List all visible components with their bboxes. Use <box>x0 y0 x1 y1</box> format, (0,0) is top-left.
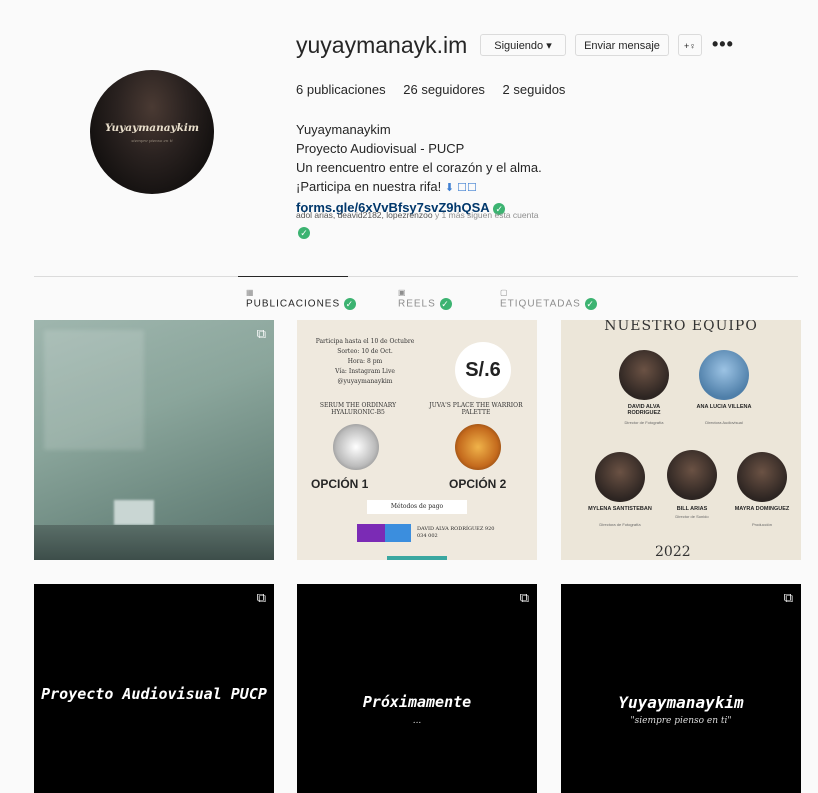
reel-icon: ⧉ <box>519 590 529 605</box>
plin-logo <box>385 524 411 542</box>
bio-raffle-text: ¡Participa en nuestra rifa! <box>296 179 442 194</box>
member-role: Director de Sonido <box>675 514 709 519</box>
rifa-header: Sorteo: 10 de Oct. <box>337 348 393 355</box>
bio-line: ¡Participa en nuestra rifa! ⬇ ☐☐ <box>296 177 542 198</box>
reel-title: Próximamente <box>362 693 472 711</box>
photo-blur-shape <box>44 330 144 450</box>
following-button[interactable]: Siguiendo ▾ <box>480 34 566 56</box>
member-name: BILL ARIAS <box>676 506 708 512</box>
profile-bio: Yuyaymanaykim Proyecto Audiovisual - PUC… <box>296 120 542 217</box>
mutual-names[interactable]: adol arias, deavid2182, lopezrenzoo <box>296 210 433 220</box>
grid-icon: ▦ <box>246 288 255 297</box>
post-tile-rifa[interactable]: Participa hasta el 10 de Octubre Sorteo:… <box>297 320 537 560</box>
member-name: MAYRA DOMINGUEZ <box>734 506 790 512</box>
rifa-bottom-bar <box>387 556 447 560</box>
team-title: NUESTRO EQUIPO <box>604 320 758 334</box>
more-options-icon[interactable]: ••• <box>712 34 734 55</box>
member-role: Director de Fotografía <box>624 420 664 425</box>
reel-title: Proyecto Audiovisual PUCP <box>41 685 267 703</box>
mutual-followers[interactable]: adol arias, deavid2182, lopezrenzoo y 1 … <box>296 210 538 220</box>
photo-blur-shape <box>114 500 154 525</box>
yape-logo <box>357 524 387 542</box>
active-tab-indicator <box>238 276 348 277</box>
reel-subtitle: "siempre pienso en ti" <box>630 716 732 726</box>
bio-name: Yuyaymanaykim <box>296 122 391 137</box>
post-tile-equipo[interactable]: NUESTRO EQUIPO DAVID ALVA RODRIGUEZ Dire… <box>561 320 801 560</box>
posts-count: 6 publicaciones <box>296 82 386 97</box>
team-year: 2022 <box>655 544 691 560</box>
serum-image <box>333 424 379 470</box>
add-user-icon: +♀ <box>683 41 696 51</box>
bio-line: Un reencuentro entre el corazón y el alm… <box>296 160 542 175</box>
member-photo <box>737 452 787 502</box>
bio-emoji: ⬇ ☐☐ <box>444 182 477 194</box>
rifa-header: Participa hasta el 10 de Octubre <box>315 338 415 345</box>
followers-count[interactable]: 26 seguidores <box>403 82 485 97</box>
reel-subtitle: ... <box>412 716 422 726</box>
reel-icon: ⧉ <box>783 590 793 605</box>
photo-blur-shape <box>34 525 274 560</box>
tabs-divider <box>34 276 798 277</box>
tab-label: REELS <box>398 298 436 310</box>
tab-label: ETIQUETADAS <box>500 298 581 310</box>
member-role: Directora Audiovisual <box>705 420 743 425</box>
verified-check-icon: ✓ <box>298 226 310 239</box>
reel-icon: ⧉ <box>256 590 266 605</box>
reel-icon: ⧉ <box>256 326 266 341</box>
member-photo <box>595 452 645 502</box>
mutual-check-wrap: ✓ <box>298 224 310 242</box>
rifa-header: @yuyaymanaykim <box>337 378 393 385</box>
reels-icon: ▣ <box>398 288 407 297</box>
mutual-rest: y 1 más siguen esta cuenta <box>432 210 539 220</box>
rifa-option-2: OPCIÓN 2 <box>449 477 507 491</box>
tab-publicaciones[interactable]: ▦ PUBLICACIONES ✓ <box>246 288 356 310</box>
bio-line: Proyecto Audiovisual - PUCP <box>296 141 465 156</box>
rifa-header: Vía: Instagram Live <box>335 368 395 375</box>
profile-username: yuyaymanayk.im <box>296 32 468 58</box>
profile-stats: 6 publicaciones 26 seguidores 2 seguidos <box>296 82 579 97</box>
rifa-header: Hora: 8 pm <box>347 358 383 365</box>
post-tile-reel-yuyaymanaykim[interactable]: ⧉ Yuyaymanaykim "siempre pienso en ti" <box>561 584 801 793</box>
member-role: Directora de Fotografía <box>599 522 641 527</box>
palette-image <box>455 424 501 470</box>
following-count[interactable]: 2 seguidos <box>503 82 566 97</box>
rifa-price: S/.6 <box>455 342 511 398</box>
profile-avatar[interactable]: Yuyaymanaykim siempre pienso en ti <box>90 70 214 194</box>
verified-check-icon: ✓ <box>439 298 452 310</box>
avatar-name: Yuyaymanaykim <box>104 122 200 134</box>
post-tile-reel-proyecto[interactable]: ⧉ Proyecto Audiovisual PUCP <box>34 584 274 793</box>
tab-reels[interactable]: ▣ REELS ✓ <box>398 288 452 310</box>
add-user-button[interactable]: +♀ <box>678 34 702 56</box>
post-tile-reel-proximamente[interactable]: ⧉ Próximamente ... <box>297 584 537 793</box>
tagged-icon: ▢ <box>500 288 509 297</box>
rifa-option-1: OPCIÓN 1 <box>311 477 369 491</box>
member-photo <box>619 350 669 400</box>
member-name: DAVID ALVA RODRIGUEZ <box>627 404 661 416</box>
send-message-button[interactable]: Enviar mensaje <box>575 34 669 56</box>
member-photo <box>667 450 717 500</box>
tab-etiquetadas[interactable]: ▢ ETIQUETADAS ✓ <box>500 288 597 310</box>
member-name: MYLENA SANTISTEBAN <box>588 506 652 512</box>
reel-title: Yuyaymanaykim <box>618 693 744 712</box>
rifa-contact: DAVID ALVA RODRÍGUEZ 920 034 002 <box>417 526 495 539</box>
verified-check-icon: ✓ <box>343 298 356 310</box>
member-role: Producción <box>751 522 772 527</box>
rifa-option-name: JUVA'S PLACE THE WARRIOR PALETTE <box>429 402 523 416</box>
tab-label: PUBLICACIONES <box>246 298 341 310</box>
member-photo <box>699 350 749 400</box>
avatar-tagline: siempre pienso en ti <box>131 138 173 143</box>
rifa-option-name: SERUM THE ORDINARY HYALURONIC-B5 <box>319 402 397 416</box>
member-name: ANA LUCIA VILLENA <box>696 404 752 410</box>
verified-check-icon: ✓ <box>584 298 597 310</box>
rifa-payment: Métodos de pago <box>367 500 467 514</box>
post-tile-blurry-screen[interactable]: ⧉ <box>34 320 274 560</box>
